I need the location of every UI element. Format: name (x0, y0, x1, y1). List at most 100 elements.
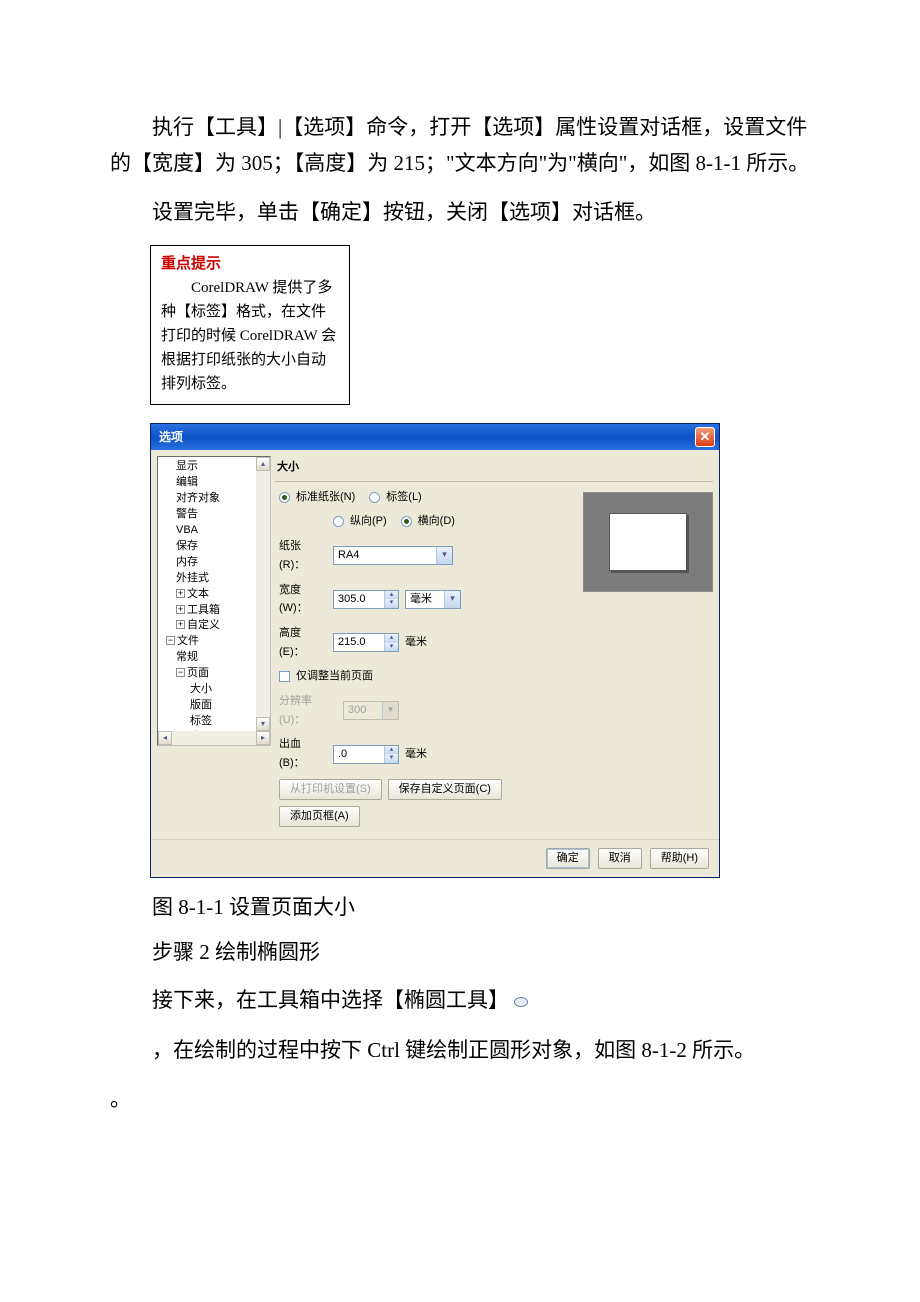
paper-value: RA4 (334, 546, 436, 565)
tree-item[interactable]: 编辑 (162, 475, 270, 491)
tree-item[interactable]: 大小 (162, 682, 270, 698)
tree-item-label: 文件 (177, 635, 199, 647)
chevron-down-icon[interactable]: ▾ (436, 547, 452, 564)
chevron-down-icon[interactable]: ▾ (444, 591, 460, 608)
help-button[interactable]: 帮助(H) (650, 848, 709, 869)
resolution-combo: 300 ▾ (343, 701, 399, 720)
height-label: 高度(E)： (279, 624, 327, 661)
tip-body: CorelDRAW 提供了多种【标签】格式，在文件打印的时候 CorelDRAW… (161, 276, 339, 396)
radio-landscape[interactable] (401, 516, 412, 527)
tree-item-label: 自定义 (187, 619, 220, 631)
tree-item-label: 标签 (190, 715, 212, 727)
bleed-value: .0 (334, 745, 384, 764)
width-unit: 毫米 (406, 590, 444, 609)
expand-icon[interactable]: + (176, 589, 185, 598)
cancel-button[interactable]: 取消 (598, 848, 642, 869)
tree-hscrollbar[interactable]: ◂ ▸ (158, 731, 270, 745)
paragraph-4: ，在绘制的过程中按下 Ctrl 键绘制正圆形对象，如图 8-1-2 所示。 (110, 1033, 810, 1069)
tree-item[interactable]: −页面 (162, 666, 270, 682)
paper-combo[interactable]: RA4 ▾ (333, 546, 453, 565)
paper-label: 纸张(R)： (279, 537, 327, 574)
tree-item-label: 对齐对象 (176, 492, 220, 504)
tip-box: 重点提示 CorelDRAW 提供了多种【标签】格式，在文件打印的时候 Core… (150, 245, 350, 405)
only-current-checkbox[interactable] (279, 671, 290, 682)
scroll-left-icon[interactable]: ◂ (158, 731, 172, 745)
width-label: 宽度(W)： (279, 581, 327, 618)
tree-item[interactable]: +自定义 (162, 618, 270, 634)
tree-item-label: 内存 (176, 556, 198, 568)
scroll-up-icon[interactable]: ▴ (256, 457, 270, 471)
paragraph-3: 接下来，在工具箱中选择【椭圆工具】 (110, 983, 810, 1019)
tree-item[interactable]: 常规 (162, 650, 270, 666)
tree-item-label: 工具箱 (187, 604, 220, 616)
width-value: 305.0 (334, 590, 384, 609)
tree-item[interactable]: 保存 (162, 539, 270, 555)
tree-item-label: 警告 (176, 508, 198, 520)
expand-icon[interactable]: + (176, 605, 185, 614)
radio-landscape-label: 横向(D) (418, 512, 463, 531)
add-page-frame-button[interactable]: 添加页框(A) (279, 806, 360, 827)
tree-panel[interactable]: 显示编辑对齐对象警告VBA保存内存外挂式+文本+工具箱+自定义−文件常规−页面大… (157, 456, 271, 746)
only-current-label: 仅调整当前页面 (296, 667, 373, 686)
tree-item-label: 大小 (190, 683, 212, 695)
tree-item[interactable]: +文本 (162, 587, 270, 603)
tree-item-label: 版面 (190, 699, 212, 711)
tree-item[interactable]: 对齐对象 (162, 491, 270, 507)
paragraph-1: 执行【工具】|【选项】命令，打开【选项】属性设置对话框，设置文件的【宽度】为 3… (110, 110, 810, 181)
tree-item-label: VBA (176, 524, 198, 536)
bleed-unit: 毫米 (405, 745, 435, 764)
tree-item-label: 显示 (176, 460, 198, 472)
dialog-title: 选项 (159, 427, 183, 447)
height-value: 215.0 (334, 633, 384, 652)
tree-item[interactable]: 外挂式 (162, 571, 270, 587)
from-printer-button: 从打印机设置(S) (279, 779, 382, 800)
tree-item-label: 外挂式 (176, 572, 209, 584)
paragraph-2: 设置完毕，单击【确定】按钮，关闭【选项】对话框。 (110, 195, 810, 231)
radio-standard-paper-label: 标准纸张(N) (296, 488, 363, 507)
preview-panel (583, 488, 713, 833)
ellipse-tool-icon (514, 997, 528, 1007)
close-button[interactable]: ✕ (695, 427, 715, 447)
radio-standard-paper[interactable] (279, 492, 290, 503)
options-dialog: 选项 ✕ 显示编辑对齐对象警告VBA保存内存外挂式+文本+工具箱+自定义−文件常… (150, 423, 720, 878)
tree-item[interactable]: 警告 (162, 507, 270, 523)
height-unit: 毫米 (405, 633, 435, 652)
tree-item[interactable]: 版面 (162, 698, 270, 714)
width-unit-combo[interactable]: 毫米 ▾ (405, 590, 461, 609)
tree-item[interactable]: VBA (162, 523, 270, 539)
expand-icon[interactable]: + (176, 620, 185, 629)
paragraph-end: 。 (110, 1082, 810, 1118)
paragraph-3-text: 接下来，在工具箱中选择【椭圆工具】 (152, 988, 509, 1012)
tree-item-label: 文本 (187, 588, 209, 600)
tree-vscrollbar[interactable]: ▴ ▾ (256, 457, 270, 731)
scroll-down-icon[interactable]: ▾ (256, 717, 270, 731)
tree-item-label: 常规 (176, 651, 198, 663)
collapse-icon[interactable]: − (166, 636, 175, 645)
radio-portrait[interactable] (333, 516, 344, 527)
save-custom-page-button[interactable]: 保存自定义页面(C) (388, 779, 502, 800)
tree-item[interactable]: +工具箱 (162, 603, 270, 619)
scroll-right-icon[interactable]: ▸ (256, 731, 270, 745)
width-spinner[interactable]: 305.0 ▴▾ (333, 590, 399, 609)
titlebar: 选项 ✕ (151, 424, 719, 450)
preview-box (583, 492, 713, 592)
dialog-footer: 确定 取消 帮助(H) (151, 839, 719, 877)
resolution-label: 分辨率(U)： (279, 692, 337, 729)
tree-item[interactable]: 内存 (162, 555, 270, 571)
tree-item-label: 页面 (187, 667, 209, 679)
ok-button[interactable]: 确定 (546, 848, 590, 869)
radio-portrait-label: 纵向(P) (350, 512, 395, 531)
height-spinner[interactable]: 215.0 ▴▾ (333, 633, 399, 652)
chevron-down-icon: ▾ (382, 702, 398, 719)
radio-label[interactable] (369, 492, 380, 503)
group-title: 大小 (275, 456, 713, 481)
tree-item-label: 编辑 (176, 476, 198, 488)
tree-item[interactable]: −文件 (162, 634, 270, 650)
tree-item[interactable]: 标签 (162, 714, 270, 730)
tree-item-label: 保存 (176, 540, 198, 552)
bleed-label: 出血(B)： (279, 735, 327, 772)
tree-item[interactable]: 显示 (162, 459, 270, 475)
collapse-icon[interactable]: − (176, 668, 185, 677)
bleed-spinner[interactable]: .0 ▴▾ (333, 745, 399, 764)
resolution-value: 300 (344, 701, 382, 720)
